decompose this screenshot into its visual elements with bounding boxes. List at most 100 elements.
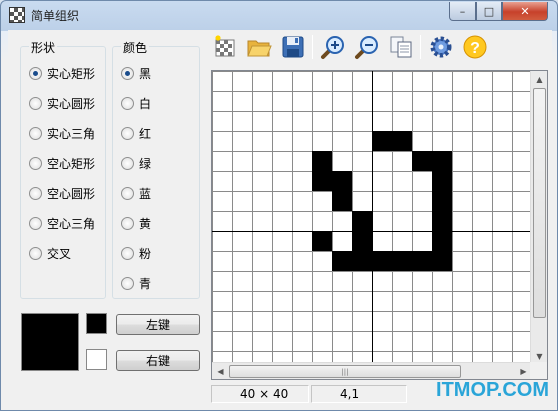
radio-button-icon[interactable] [29, 96, 42, 110]
maximize-button[interactable]: □ [476, 2, 502, 21]
filled-pixel[interactable] [432, 211, 452, 231]
scroll-corner [530, 362, 547, 379]
client-area: 形状 实心矩形实心圆形实心三角空心矩形空心圆形空心三角交叉 颜色 黑白红绿蓝黄粉… [8, 30, 552, 405]
close-button[interactable]: ✕ [502, 2, 548, 21]
color-group: 颜色 黑白红绿蓝黄粉青 [112, 39, 200, 299]
color-option-label: 青 [139, 276, 152, 291]
help-icon[interactable]: ? [462, 34, 488, 60]
shape-option[interactable]: 空心矩形 [29, 155, 95, 171]
filled-pixel[interactable] [392, 131, 412, 151]
filled-pixel[interactable] [412, 251, 432, 271]
right-button[interactable]: 右键 [116, 350, 200, 371]
current-color-preview [21, 313, 79, 371]
window-title: 简单组织 [31, 9, 80, 23]
color-option-label: 黑 [139, 66, 152, 81]
color-option[interactable]: 白 [121, 95, 151, 111]
zoom-in-icon[interactable] [320, 34, 346, 60]
color-option-label: 绿 [139, 156, 152, 171]
radio-button-icon[interactable] [121, 156, 134, 170]
color-option-label: 红 [139, 126, 152, 141]
drawing-canvas[interactable]: ▲ ▼ ◀ ||| ▶ [211, 70, 548, 380]
filled-pixel[interactable] [432, 171, 452, 191]
filled-pixel[interactable] [332, 171, 352, 191]
minimize-button[interactable]: – [449, 2, 476, 21]
copy-icon[interactable] [388, 34, 414, 60]
filled-pixel[interactable] [312, 171, 332, 191]
filled-pixel[interactable] [312, 151, 332, 171]
filled-pixel[interactable] [332, 251, 352, 271]
watermark: ITMOP.COM [436, 379, 549, 401]
shape-option[interactable]: 空心圆形 [29, 185, 95, 201]
color-option-label: 粉 [139, 246, 152, 261]
radio-button-icon[interactable] [29, 126, 42, 140]
new-icon[interactable] [212, 34, 238, 60]
right-button-color-swatch[interactable] [86, 349, 107, 370]
color-option[interactable]: 粉 [121, 245, 151, 261]
color-option[interactable]: 黑 [121, 65, 151, 81]
open-folder-icon[interactable] [246, 34, 272, 60]
shape-option[interactable]: 交叉 [29, 245, 71, 261]
radio-button-icon[interactable] [121, 96, 134, 110]
filled-pixel[interactable] [372, 131, 392, 151]
filled-pixel[interactable] [352, 211, 372, 231]
color-option[interactable]: 绿 [121, 155, 151, 171]
toolbar: ? [208, 31, 552, 63]
horizontal-scrollbar[interactable]: ◀ ||| ▶ [212, 362, 532, 379]
vertical-scroll-thumb[interactable] [533, 88, 546, 318]
vertical-scrollbar[interactable]: ▲ ▼ [530, 71, 547, 365]
radio-button-icon[interactable] [29, 216, 42, 230]
color-option-label: 蓝 [139, 186, 152, 201]
left-button-color-swatch[interactable] [86, 313, 107, 334]
filled-pixel[interactable] [432, 231, 452, 251]
save-icon[interactable] [280, 34, 306, 60]
shape-option-label: 实心矩形 [47, 66, 96, 81]
shape-option-label: 交叉 [47, 246, 72, 261]
radio-button-icon[interactable] [29, 246, 42, 260]
color-option[interactable]: 青 [121, 275, 151, 291]
shape-option-label: 空心圆形 [47, 186, 96, 201]
color-option[interactable]: 蓝 [121, 185, 151, 201]
radio-button-icon[interactable] [121, 66, 134, 80]
color-option[interactable]: 黄 [121, 215, 151, 231]
zoom-out-icon[interactable] [354, 34, 380, 60]
title-bar[interactable]: 简单组织 – □ ✕ [1, 1, 557, 29]
shape-option-label: 空心三角 [47, 216, 96, 231]
horizontal-scroll-thumb[interactable]: ||| [229, 365, 461, 378]
radio-button-icon[interactable] [121, 276, 134, 290]
scroll-left-arrow-icon[interactable]: ◀ [212, 363, 229, 379]
app-window: 简单组织 – □ ✕ 形状 实心矩形实心圆形实心三角空心矩形空心圆形空心三角交叉… [0, 0, 558, 411]
radio-button-icon[interactable] [29, 66, 42, 80]
filled-pixel[interactable] [432, 191, 452, 211]
shape-option[interactable]: 实心圆形 [29, 95, 95, 111]
status-size: 40 × 40 [211, 385, 309, 403]
radio-button-icon[interactable] [121, 246, 134, 260]
scroll-up-arrow-icon[interactable]: ▲ [531, 71, 547, 88]
radio-button-icon[interactable] [29, 156, 42, 170]
radio-button-icon[interactable] [121, 216, 134, 230]
color-option-label: 黄 [139, 216, 152, 231]
shape-option-label: 空心矩形 [47, 156, 96, 171]
shape-group: 形状 实心矩形实心圆形实心三角空心矩形空心圆形空心三角交叉 [20, 39, 106, 299]
shape-option[interactable]: 空心三角 [29, 215, 95, 231]
color-option-label: 白 [139, 96, 152, 111]
filled-pixel[interactable] [332, 191, 352, 211]
filled-pixel[interactable] [372, 251, 392, 271]
shape-option[interactable]: 实心三角 [29, 125, 95, 141]
settings-gear-icon[interactable] [428, 34, 454, 60]
filled-pixel[interactable] [392, 251, 412, 271]
radio-button-icon[interactable] [121, 126, 134, 140]
filled-pixel[interactable] [412, 151, 432, 171]
filled-pixel[interactable] [352, 231, 372, 251]
filled-pixel[interactable] [352, 251, 372, 271]
radio-button-icon[interactable] [121, 186, 134, 200]
filled-pixel[interactable] [432, 251, 452, 271]
filled-pixel[interactable] [432, 151, 452, 171]
app-checker-icon [9, 7, 25, 23]
shape-option[interactable]: 实心矩形 [29, 65, 95, 81]
filled-pixel[interactable] [312, 231, 332, 251]
shape-group-title: 形状 [29, 39, 58, 56]
left-button[interactable]: 左键 [116, 314, 200, 335]
pixel-grid[interactable] [212, 71, 533, 365]
radio-button-icon[interactable] [29, 186, 42, 200]
color-option[interactable]: 红 [121, 125, 151, 141]
